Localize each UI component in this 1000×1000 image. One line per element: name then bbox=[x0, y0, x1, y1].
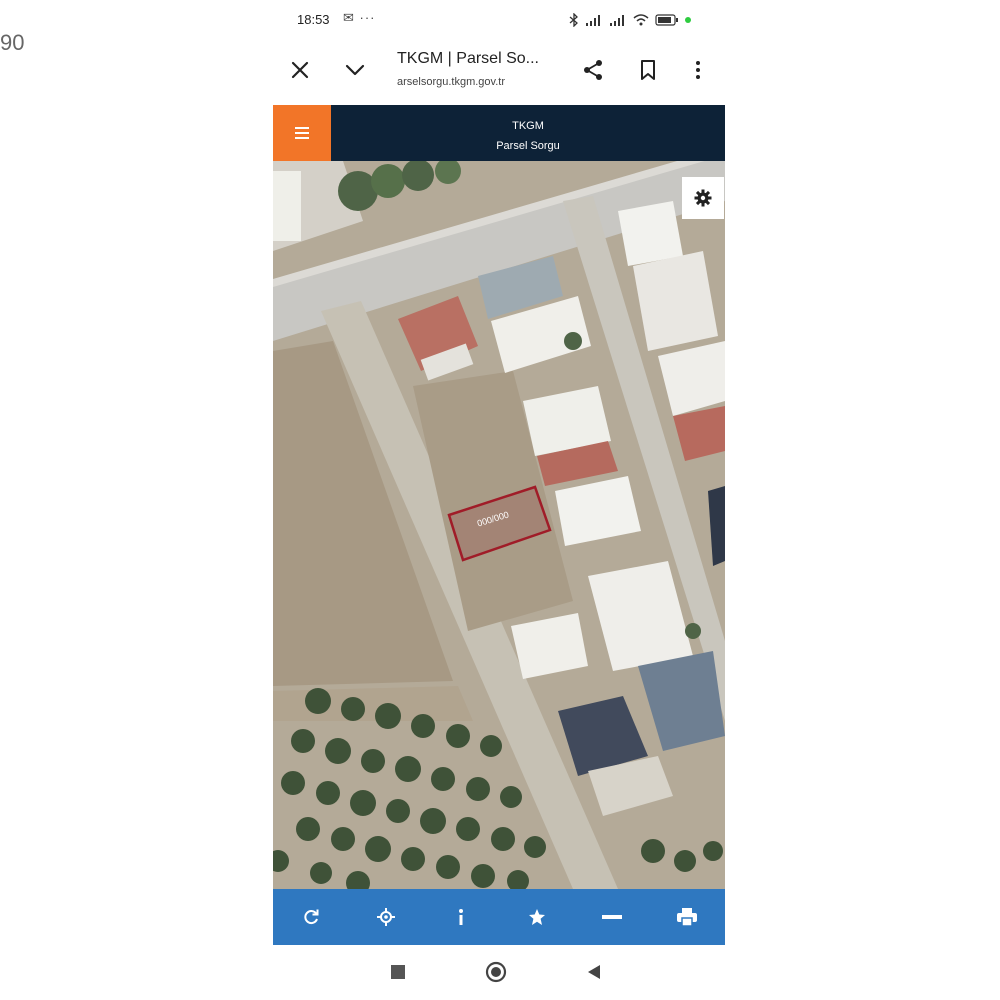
satellite-map[interactable]: 000/000 bbox=[273, 161, 725, 889]
signal-icon bbox=[610, 15, 624, 26]
gear-icon bbox=[694, 189, 712, 207]
info-icon bbox=[459, 909, 464, 925]
bookmark-icon[interactable] bbox=[632, 54, 664, 86]
status-notification-icons: ✉ ··· bbox=[343, 10, 376, 25]
app-header: TKGM Parsel Sorgu bbox=[273, 105, 725, 161]
status-icons bbox=[569, 12, 691, 28]
status-bar: 18:53 ✉ ··· bbox=[273, 8, 725, 32]
menu-button[interactable] bbox=[273, 105, 331, 161]
wifi-icon bbox=[633, 14, 649, 26]
map-settings-button[interactable] bbox=[682, 177, 724, 219]
hamburger-menu-icon bbox=[295, 127, 309, 139]
refresh-icon bbox=[304, 909, 319, 925]
notification-dot bbox=[685, 17, 691, 23]
app-title: TKGM bbox=[512, 120, 544, 132]
favorite-button[interactable] bbox=[499, 889, 574, 945]
page-url[interactable]: arselsorgu.tkgm.gov.tr bbox=[397, 76, 567, 88]
battery-icon bbox=[655, 14, 678, 26]
status-time: 18:53 bbox=[297, 12, 330, 27]
locate-button[interactable] bbox=[348, 889, 423, 945]
phone-screen: 18:53 ✉ ··· TKGM | Parsel So... arselsor… bbox=[273, 0, 725, 1000]
refresh-button[interactable] bbox=[273, 889, 348, 945]
app-subtitle: Parsel Sorgu bbox=[496, 140, 560, 152]
page-title: TKGM | Parsel So... bbox=[397, 50, 539, 67]
recent-apps-icon bbox=[391, 965, 405, 979]
map-toolbar bbox=[273, 889, 725, 945]
browser-toolbar: TKGM | Parsel So... arselsorgu.tkgm.gov.… bbox=[273, 40, 725, 102]
satellite-imagery bbox=[273, 161, 725, 889]
home-icon bbox=[485, 961, 507, 983]
signal-icon bbox=[586, 15, 600, 26]
minus-icon bbox=[601, 915, 622, 919]
bluetooth-icon bbox=[569, 13, 578, 27]
back-icon bbox=[588, 965, 600, 979]
android-nav-bar bbox=[273, 955, 725, 989]
star-icon bbox=[528, 909, 545, 925]
print-button[interactable] bbox=[650, 889, 725, 945]
chevron-down-icon[interactable] bbox=[339, 54, 371, 86]
locate-icon bbox=[376, 908, 395, 926]
home-button[interactable] bbox=[483, 959, 509, 985]
print-icon bbox=[677, 908, 698, 926]
info-button[interactable] bbox=[424, 889, 499, 945]
share-icon[interactable] bbox=[577, 54, 609, 86]
more-vert-icon[interactable] bbox=[682, 54, 714, 86]
recent-apps-button[interactable] bbox=[385, 959, 411, 985]
close-icon[interactable] bbox=[284, 54, 316, 86]
cropped-edge-text: 90 bbox=[0, 30, 25, 55]
measure-button[interactable] bbox=[574, 889, 649, 945]
back-button[interactable] bbox=[581, 959, 607, 985]
